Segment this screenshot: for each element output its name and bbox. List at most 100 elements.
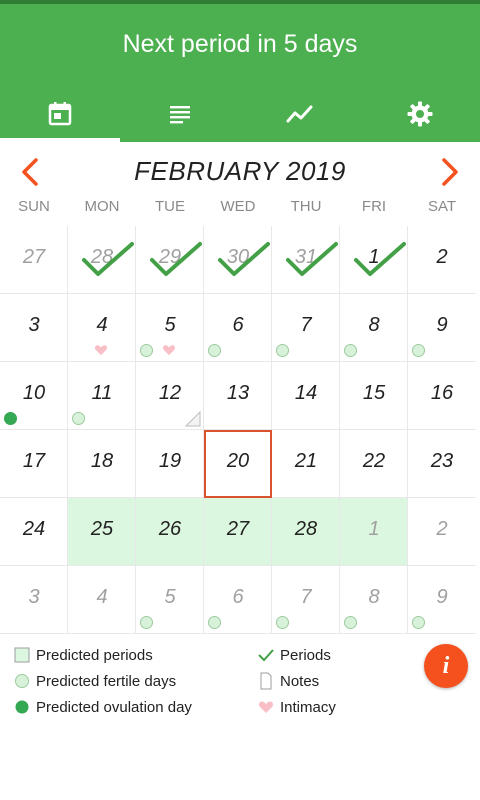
list-icon [170,106,190,124]
calendar-day[interactable]: 17 [0,430,68,498]
legend-label: Periods [280,646,331,664]
calendar-day[interactable]: 6 [204,566,272,634]
note-icon [185,411,201,427]
fertile-dot-icon [208,344,221,357]
tab-calendar[interactable] [0,86,120,142]
fertile-dot-icon [344,344,357,357]
day-number: 19 [158,450,182,472]
day-number: 9 [436,586,448,608]
tab-list[interactable] [120,86,240,142]
calendar-day[interactable]: 3 [0,566,68,634]
calendar-day[interactable]: 31 [272,226,340,294]
day-number: 10 [22,382,46,404]
calendar-day[interactable]: 2 [408,498,476,566]
calendar-day[interactable]: 19 [136,430,204,498]
day-number: 18 [90,450,114,472]
calendar-day[interactable]: 15 [340,362,408,430]
day-number: 25 [90,518,114,540]
day-number: 1 [368,518,380,540]
gear-icon [407,101,433,127]
day-number: 6 [232,314,244,336]
fertile-dot-icon [208,616,221,629]
day-number: 14 [294,382,318,404]
tab-chart[interactable] [240,86,360,142]
day-number: 5 [164,586,176,608]
day-number: 13 [226,382,250,404]
heart-icon [94,345,108,356]
legend-label: Predicted periods [36,646,153,664]
month-navigation: FEBRUARY 2019 [0,150,480,194]
day-number: 2 [436,246,448,268]
calendar-day[interactable]: 28 [272,498,340,566]
tab-settings[interactable] [360,86,480,142]
check-icon [256,645,276,665]
legend-predicted-fertile: Predicted fertile days [12,670,176,692]
calendar-day[interactable]: 8 [340,294,408,362]
calendar-day[interactable]: 27 [0,226,68,294]
calendar-day-today[interactable]: 20 [204,430,272,498]
calendar-day[interactable]: 28 [68,226,136,294]
day-number: 20 [226,450,250,472]
calendar-day[interactable]: 9 [408,294,476,362]
calendar-day[interactable]: 29 [136,226,204,294]
calendar-day[interactable]: 7 [272,566,340,634]
weekday-label: WED [220,198,256,215]
legend-periods: Periods [256,644,331,666]
fertile-dot-icon [72,412,85,425]
active-tab-indicator [0,138,120,142]
calendar-day[interactable]: 25 [68,498,136,566]
day-number: 16 [430,382,454,404]
legend-label: Intimacy [280,698,336,716]
calendar-day[interactable]: 1 [340,226,408,294]
day-number: 17 [22,450,46,472]
calendar-icon [48,102,72,126]
calendar-grid: 27 28 29 30 31 1 2 3 4 5 6 7 8 9 10 11 12 13 14 15 16 17 18 19 2… [0,226,480,634]
day-number: 12 [158,382,182,404]
day-number: 28 [294,518,318,540]
weekday-label: THU [290,198,322,215]
day-number: 15 [362,382,386,404]
legend-predicted-periods: Predicted periods [12,644,153,666]
calendar-day[interactable]: 24 [0,498,68,566]
day-number: 3 [28,314,40,336]
period-check-icon [286,242,338,276]
heart-icon [162,345,176,356]
calendar-day[interactable]: 11 [68,362,136,430]
calendar-day[interactable]: 10 [0,362,68,430]
calendar-day[interactable]: 5 [136,294,204,362]
legend-notes: Notes [256,670,319,692]
calendar-day[interactable]: 8 [340,566,408,634]
calendar-day[interactable]: 23 [408,430,476,498]
calendar-day[interactable]: 4 [68,294,136,362]
calendar-day[interactable]: 22 [340,430,408,498]
note-icon [256,671,276,691]
calendar-day[interactable]: 13 [204,362,272,430]
fertile-dot-icon [412,616,425,629]
next-month-button[interactable] [428,150,472,194]
calendar-day[interactable]: 21 [272,430,340,498]
calendar-day[interactable]: 1 [340,498,408,566]
calendar-day[interactable]: 12 [136,362,204,430]
ovulation-dot-icon [12,697,32,717]
calendar-day[interactable]: 27 [204,498,272,566]
calendar-day[interactable]: 14 [272,362,340,430]
weekday-label: TUE [155,198,185,215]
fertile-dot-icon [12,671,32,691]
calendar-day[interactable]: 6 [204,294,272,362]
calendar-day[interactable]: 7 [272,294,340,362]
calendar-day[interactable]: 30 [204,226,272,294]
chart-icon [286,105,313,123]
day-number: 8 [368,314,380,336]
fertile-dot-icon [276,616,289,629]
calendar-day[interactable]: 5 [136,566,204,634]
calendar-day[interactable]: 2 [408,226,476,294]
calendar-day[interactable]: 3 [0,294,68,362]
calendar-day[interactable]: 4 [68,566,136,634]
chevron-right-icon [442,158,458,186]
info-button[interactable]: i [424,644,468,688]
calendar-day[interactable]: 26 [136,498,204,566]
calendar-day[interactable]: 18 [68,430,136,498]
calendar-day[interactable]: 9 [408,566,476,634]
calendar-day[interactable]: 16 [408,362,476,430]
ovulation-dot-icon [4,412,17,425]
